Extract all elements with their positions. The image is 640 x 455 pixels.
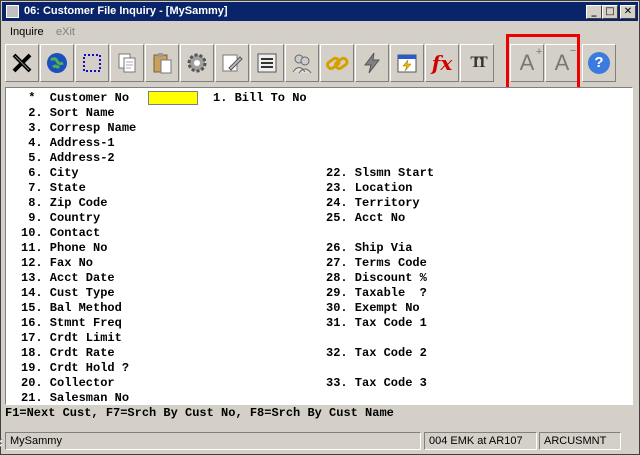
list-button[interactable]: [250, 44, 284, 82]
link-icon: [326, 56, 349, 71]
field-label: 7. State: [21, 181, 86, 195]
field-label: 6. City: [21, 166, 79, 180]
field-label: 11. Phone No: [21, 241, 108, 255]
field-label: 3. Corresp Name: [21, 121, 137, 135]
edit-icon: [222, 54, 243, 72]
maximize-button[interactable]: □: [602, 5, 618, 19]
copy-button[interactable]: [110, 44, 144, 82]
calendar-button[interactable]: [390, 44, 424, 82]
web-button[interactable]: [40, 44, 74, 82]
function-button[interactable]: fx: [425, 44, 459, 82]
customer-form: * Customer No 1. Bill To No 2. Sort Name …: [5, 87, 633, 405]
window-title: 06: Customer File Inquiry - [MySammy]: [24, 5, 228, 17]
resize-grip-icon[interactable]: [0, 436, 3, 448]
field-label: 29. Taxable ?: [326, 286, 427, 300]
close-button[interactable]: ✕: [620, 5, 636, 19]
field-label: 24. Territory: [326, 196, 420, 210]
function-keys-hint: F1=Next Cust, F7=Srch By Cust No, F8=Src…: [5, 406, 394, 420]
field-label: 14. Cust Type: [21, 286, 115, 300]
app-icon: [6, 5, 19, 18]
help-icon: ?: [588, 52, 610, 74]
field-label: 15. Bal Method: [21, 301, 122, 315]
select-box-icon: [83, 54, 101, 72]
field-label: 27. Terms Code: [326, 256, 427, 270]
customer-no-input[interactable]: [148, 91, 198, 105]
field-label: 23. Location: [326, 181, 413, 195]
field-label: 30. Exempt No: [326, 301, 420, 315]
paste-button[interactable]: [145, 44, 179, 82]
field-label: 22. Slsmn Start: [326, 166, 435, 180]
field-label: 10. Contact: [21, 226, 101, 240]
field-label: * Customer No: [21, 91, 130, 105]
font-icon: TT: [470, 54, 487, 71]
field-label: 2. Sort Name: [21, 106, 115, 120]
calendar-icon: [397, 54, 417, 73]
title-bar[interactable]: 06: Customer File Inquiry - [MySammy] _ …: [2, 2, 638, 21]
lightning-button[interactable]: [355, 44, 389, 82]
status-program: ARCUSMNT: [539, 432, 621, 450]
list-icon: [257, 53, 277, 73]
help-button[interactable]: ?: [582, 44, 616, 82]
field-label: 16. Stmnt Freq: [21, 316, 122, 330]
menu-exit[interactable]: eXit: [56, 26, 75, 38]
field-label: 13. Acct Date: [21, 271, 115, 285]
field-label: 31. Tax Code 1: [326, 316, 427, 330]
paste-icon: [153, 53, 172, 74]
app-window: 06: Customer File Inquiry - [MySammy] _ …: [0, 0, 640, 455]
field-label: 12. Fax No: [21, 256, 94, 270]
field-label: 33. Tax Code 3: [326, 376, 427, 390]
field-label: 25. Acct No: [326, 211, 406, 225]
field-label: 1. Bill To No: [213, 91, 307, 105]
settings-button[interactable]: [180, 44, 214, 82]
field-label: 21. Salesman No: [21, 391, 130, 405]
field-label: 18. Crdt Rate: [21, 346, 115, 360]
minimize-button[interactable]: _: [586, 5, 602, 19]
field-label: 4. Address-1: [21, 136, 115, 150]
gear-icon: [187, 53, 207, 73]
field-label: 17. Crdt Limit: [21, 331, 122, 345]
font-size-highlight: [506, 34, 580, 93]
font-button[interactable]: TT: [460, 44, 494, 82]
tools-button[interactable]: [5, 44, 39, 82]
link-button[interactable]: [320, 44, 354, 82]
globe-icon: [47, 53, 67, 73]
users-button[interactable]: [285, 44, 319, 82]
close-tool-icon: [12, 53, 32, 73]
field-label: 28. Discount %: [326, 271, 427, 285]
users-icon: [292, 54, 312, 74]
field-label: 9. Country: [21, 211, 101, 225]
field-label: 8. Zip Code: [21, 196, 108, 210]
copy-icon: [118, 53, 136, 73]
status-user: 004 EMK at AR107: [424, 432, 537, 450]
status-session: MySammy: [5, 432, 421, 450]
field-label: 19. Crdt Hold ?: [21, 361, 130, 375]
edit-button[interactable]: [215, 44, 249, 82]
lightning-icon: [364, 52, 381, 74]
field-label: 26. Ship Via: [326, 241, 413, 255]
field-label: 32. Tax Code 2: [326, 346, 427, 360]
select-button[interactable]: [75, 44, 109, 82]
field-label: 20. Collector: [21, 376, 115, 390]
field-label: 5. Address-2: [21, 151, 115, 165]
menu-inquire[interactable]: Inquire: [10, 26, 44, 38]
function-icon: fx: [431, 51, 453, 75]
